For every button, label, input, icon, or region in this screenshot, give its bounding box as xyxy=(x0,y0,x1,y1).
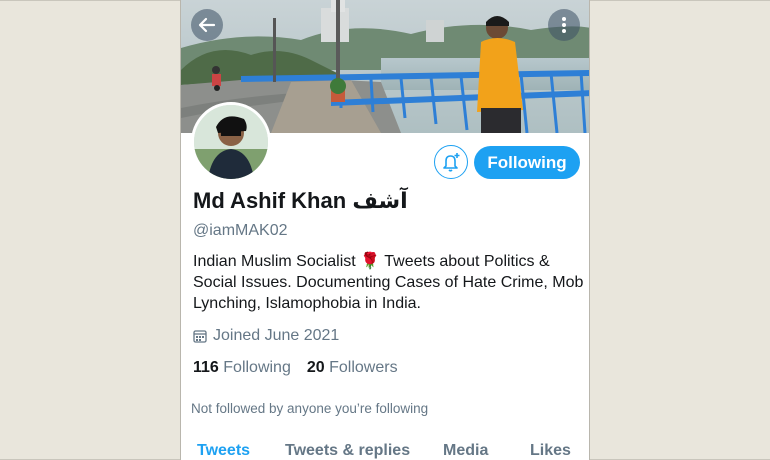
profile-tabs: Tweets Tweets & replies Media Likes xyxy=(181,440,589,460)
left-margin xyxy=(0,0,181,460)
followers-label: Followers xyxy=(329,359,398,376)
right-margin xyxy=(589,0,770,460)
user-handle: @iamMAK02 xyxy=(193,222,288,239)
profile-screen: Following Md Ashif Khan آشف @iamMAK02 In… xyxy=(180,0,590,460)
more-vertical-icon xyxy=(562,17,566,33)
profile-bio: Indian Muslim Socialist 🌹 Tweets about P… xyxy=(193,253,584,312)
mutual-followers-note: Not followed by anyone you’re following xyxy=(191,401,429,416)
following-label: Following xyxy=(223,359,291,376)
followers-stat[interactable]: 20 Followers xyxy=(307,359,398,377)
avatar[interactable] xyxy=(191,102,271,182)
display-name-text: Md Ashif Khan xyxy=(193,188,347,213)
display-name: Md Ashif Khan آشف xyxy=(193,188,408,214)
following-button[interactable]: Following xyxy=(474,146,580,179)
notifications-button[interactable] xyxy=(434,145,468,179)
back-button[interactable] xyxy=(191,9,223,41)
followers-count: 20 xyxy=(306,359,325,376)
following-count: 116 xyxy=(193,359,219,376)
display-name-urdu: آشف xyxy=(352,188,408,213)
bell-plus-icon xyxy=(443,153,460,172)
avatar-photo xyxy=(194,105,268,179)
join-date-text: Joined June 2021 xyxy=(213,327,340,344)
more-options-button[interactable] xyxy=(548,9,580,41)
tab-media[interactable]: Media xyxy=(443,442,488,460)
calendar-icon xyxy=(193,330,207,343)
join-date: Joined June 2021 xyxy=(193,327,339,345)
tab-likes[interactable]: Likes xyxy=(530,442,571,460)
arrow-left-icon xyxy=(198,17,216,33)
tab-tweets-replies[interactable]: Tweets & replies xyxy=(285,442,410,460)
tab-tweets[interactable]: Tweets xyxy=(197,442,250,460)
follow-stats: 116 Following 20 Followers xyxy=(193,359,398,377)
following-stat[interactable]: 116 Following xyxy=(193,359,291,377)
